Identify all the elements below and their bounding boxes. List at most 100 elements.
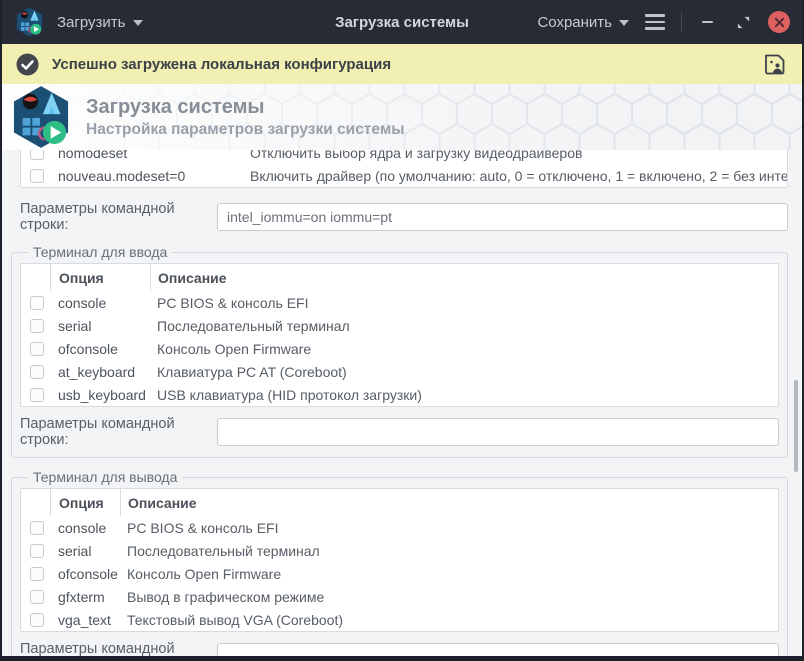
- titlebar-separator: [681, 12, 682, 32]
- input-terminal-legend: Терминал для ввода: [28, 244, 172, 260]
- row-checkbox[interactable]: [30, 296, 44, 310]
- cmdline-row: Параметры командной строки:: [20, 201, 788, 233]
- option-description: Отключить выбор ядра и загрузку видеодра…: [243, 150, 787, 164]
- minimize-button[interactable]: [696, 11, 718, 33]
- cmdline-label: Параметры командной строки:: [20, 201, 217, 233]
- row-checkbox[interactable]: [30, 169, 44, 183]
- restore-icon: [736, 15, 751, 30]
- option-description: Последовательный терминал: [120, 539, 778, 562]
- column-header-description: Описание: [150, 264, 778, 291]
- option-label: console: [50, 291, 150, 314]
- window-bottom-edge: [2, 656, 802, 661]
- input-terminal-cmdline-input[interactable]: [217, 418, 779, 446]
- main-content: nomodeset Отключить выбор ядра и загрузк…: [2, 150, 802, 656]
- kernel-cmdline-input[interactable]: [217, 203, 788, 231]
- option-description: PC BIOS & консоль EFI: [150, 291, 778, 314]
- minimize-icon: [702, 21, 713, 24]
- option-label: serial: [50, 539, 120, 562]
- row-checkbox[interactable]: [30, 365, 44, 379]
- page-header: Загрузка системы Настройка параметров за…: [2, 84, 802, 150]
- output-terminal-table: Опция Описание console PC BIOS & консоль…: [20, 488, 779, 632]
- option-label: nouveau.modeset=0: [50, 164, 243, 187]
- kernel-params-table-clip: nomodeset Отключить выбор ядра и загрузк…: [20, 150, 788, 192]
- table-row[interactable]: ofconsole Консоль Open Firmware: [21, 337, 778, 360]
- load-menu-button[interactable]: Загрузить: [57, 14, 143, 31]
- row-checkbox[interactable]: [30, 613, 44, 627]
- table-row[interactable]: at_keyboard Клавиатура PC AT (Coreboot): [21, 360, 778, 383]
- column-header-option: Опция: [50, 264, 150, 291]
- save-config-button[interactable]: [761, 51, 788, 78]
- output-terminal-cmdline-input[interactable]: [217, 643, 779, 656]
- page-subtitle: Настройка параметров загрузки системы: [86, 121, 405, 139]
- close-button[interactable]: [768, 11, 790, 33]
- cmdline-label: Параметры командной строки:: [20, 641, 217, 656]
- table-header-row: Опция Описание: [21, 489, 778, 516]
- load-menu-label: Загрузить: [57, 14, 126, 31]
- save-menu-label: Сохранить: [537, 14, 612, 31]
- table-row[interactable]: gfxterm Вывод в графическом режиме: [21, 585, 778, 608]
- option-label: ofconsole: [50, 337, 150, 360]
- row-checkbox[interactable]: [30, 342, 44, 356]
- option-label: at_keyboard: [50, 360, 150, 383]
- close-icon: [774, 17, 785, 28]
- save-menu-button[interactable]: Сохранить: [537, 14, 629, 31]
- cmdline-label: Параметры командной строки:: [20, 416, 217, 448]
- option-description: Текстовый вывод VGA (Coreboot): [120, 608, 778, 631]
- scrollbar-thumb[interactable]: [794, 380, 798, 472]
- success-check-icon: [16, 53, 39, 76]
- option-description: USB клавиатура (HID протокол загрузки): [150, 383, 778, 406]
- output-terminal-section: Терминал для вывода Опция Описание conso…: [11, 469, 788, 656]
- option-description: Вывод в графическом режиме: [120, 585, 778, 608]
- option-description: PC BIOS & консоль EFI: [120, 516, 778, 539]
- option-description: Консоль Open Firmware: [150, 337, 778, 360]
- table-row[interactable]: serial Последовательный терминал: [21, 314, 778, 337]
- option-label: ofconsole: [50, 562, 120, 585]
- notification-bar: Успешно загружена локальная конфигурация: [2, 44, 802, 84]
- menu-button[interactable]: [643, 10, 667, 34]
- option-description: Консоль Open Firmware: [120, 562, 778, 585]
- row-checkbox[interactable]: [30, 590, 44, 604]
- option-label: usb_keyboard: [50, 383, 150, 406]
- table-row[interactable]: console PC BIOS & консоль EFI: [21, 291, 778, 314]
- table-row[interactable]: ofconsole Консоль Open Firmware: [21, 562, 778, 585]
- hamburger-icon: [645, 14, 665, 17]
- input-terminal-table: Опция Описание console PC BIOS & консоль…: [20, 263, 779, 407]
- input-terminal-section: Терминал для ввода Опция Описание consol…: [11, 244, 788, 458]
- option-label: serial: [50, 314, 150, 337]
- floppy-user-icon: [761, 51, 788, 78]
- table-row[interactable]: serial Последовательный терминал: [21, 539, 778, 562]
- table-row[interactable]: nouveau.modeset=0 Включить драйвер (по у…: [21, 164, 787, 187]
- table-row[interactable]: usb_keyboard USB клавиатура (HID протоко…: [21, 383, 778, 406]
- table-row[interactable]: vga_text Текстовый вывод VGA (Coreboot): [21, 608, 778, 631]
- row-checkbox[interactable]: [30, 544, 44, 558]
- table-row[interactable]: console PC BIOS & консоль EFI: [21, 516, 778, 539]
- notification-message: Успешно загружена локальная конфигурация: [52, 56, 748, 73]
- option-description: Последовательный терминал: [150, 314, 778, 337]
- option-description: Клавиатура PC AT (Coreboot): [150, 360, 778, 383]
- row-checkbox[interactable]: [30, 567, 44, 581]
- column-header-option: Опция: [50, 489, 120, 516]
- output-terminal-legend: Терминал для вывода: [28, 469, 182, 485]
- restore-button[interactable]: [732, 11, 754, 33]
- kernel-params-section: nomodeset Отключить выбор ядра и загрузк…: [11, 150, 788, 233]
- table-row[interactable]: nomodeset Отключить выбор ядра и загрузк…: [21, 150, 787, 164]
- cmdline-row: Параметры командной строки:: [20, 641, 779, 656]
- option-label: console: [50, 516, 120, 539]
- cmdline-row: Параметры командной строки:: [20, 416, 779, 448]
- table-header-row: Опция Описание: [21, 264, 778, 291]
- kernel-params-table: nomodeset Отключить выбор ядра и загрузк…: [20, 150, 788, 188]
- row-checkbox[interactable]: [30, 319, 44, 333]
- option-label: vga_text: [50, 608, 120, 631]
- chevron-down-icon: [619, 20, 629, 26]
- row-checkbox[interactable]: [30, 150, 44, 160]
- page-title: Загрузка системы: [86, 96, 405, 119]
- option-description: Включить драйвер (по умолчанию: auto, 0 …: [243, 164, 787, 187]
- app-icon: [16, 7, 43, 37]
- column-header-description: Описание: [120, 489, 778, 516]
- chevron-down-icon: [133, 20, 143, 26]
- banner-app-icon: [12, 85, 70, 149]
- option-label: nomodeset: [50, 150, 243, 164]
- row-checkbox[interactable]: [30, 388, 44, 402]
- app-window: Загрузить Загрузка системы Сохранить: [0, 0, 804, 661]
- row-checkbox[interactable]: [30, 521, 44, 535]
